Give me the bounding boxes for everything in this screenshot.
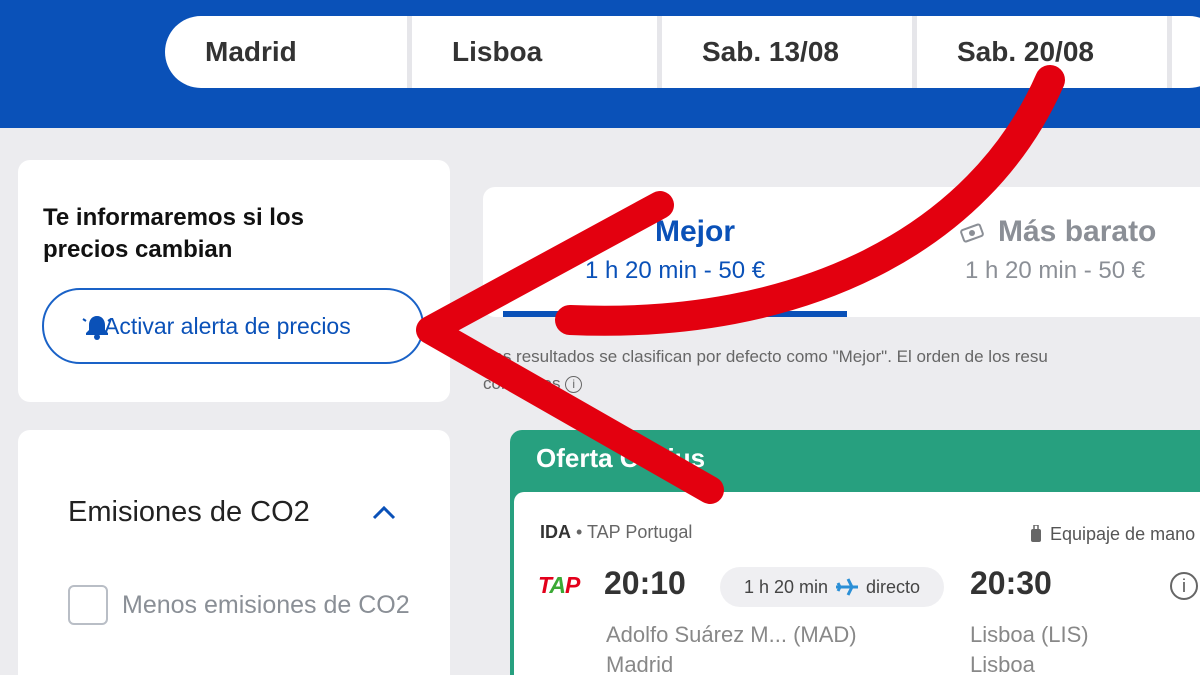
flight-direction: IDA	[540, 522, 571, 542]
sort-note: tros resultados se clasifican por defect…	[483, 343, 1200, 397]
sort-note-line2: comi tes	[483, 374, 561, 393]
money-icon	[960, 223, 984, 243]
origin-field[interactable]: Madrid	[165, 16, 412, 88]
arrival-info: Lisboa (LIS) Lisboa	[970, 620, 1089, 675]
flight-result[interactable]: IDA • TAP Portugal Equipaje de mano TAP …	[514, 492, 1200, 675]
top-header: Madrid Lisboa Sab. 13/08 Sab. 20/08	[0, 0, 1200, 128]
depart-date-field[interactable]: Sab. 13/08	[662, 16, 917, 88]
less-emissions-label: Menos emisiones de CO2	[122, 591, 410, 619]
tab-mas-barato-summary: 1 h 20 min - 50 €	[965, 257, 1146, 284]
depart-city: Madrid	[606, 652, 674, 675]
search-bar: Madrid Lisboa Sab. 13/08 Sab. 20/08	[165, 16, 1200, 88]
plane-icon	[836, 578, 859, 596]
offer-title: Oferta C ius	[536, 443, 706, 473]
luggage-icon	[1031, 525, 1041, 542]
less-emissions-checkbox[interactable]	[68, 585, 108, 625]
flight-stops: directo	[866, 576, 921, 597]
price-alert-title: Te informaremos si los precios cambian	[43, 204, 304, 263]
departure-info: Adolfo Suárez M... (MAD) Madrid	[606, 620, 857, 675]
duration-pill: 1 h 20 min directo	[720, 567, 944, 607]
luggage-label: Equipaje de mano	[1050, 524, 1196, 544]
arrive-airport: Lisboa (LIS)	[970, 622, 1089, 647]
sort-note-line2-row: comi tes i	[483, 370, 1200, 397]
bell-icon	[82, 316, 112, 340]
arrive-city: Lisboa	[970, 652, 1035, 675]
flight-airline: • TAP Portugal	[576, 522, 693, 542]
sort-tabs: Mejor 1 h 20 min - 50 € Más barato 1 h 2…	[483, 187, 1200, 317]
arrive-time: 20:30	[970, 565, 1052, 601]
price-alert-card: Te informaremos si los precios cambian A…	[18, 160, 450, 402]
activate-price-alert-label: Activar alerta de precios	[104, 312, 351, 339]
tab-mejor[interactable]: Mejor 1 h 20 min - 50 €	[483, 187, 847, 317]
offer-card: Oferta C ius IDA • TAP Portugal Equipaje…	[510, 430, 1200, 675]
depart-time: 20:10	[604, 565, 686, 601]
co2-filter-card: Emisiones de CO2 Menos emisiones de CO2	[18, 430, 450, 675]
flight-duration: 1 h 20 min	[743, 576, 829, 597]
plane-icon	[618, 227, 640, 241]
activate-price-alert-button[interactable]: Activar alerta de precios	[42, 288, 424, 364]
chevron-up-icon[interactable]	[370, 502, 398, 522]
info-icon[interactable]: i	[565, 376, 583, 394]
luggage-info: Equipaje de mano	[1030, 524, 1195, 545]
tab-mejor-label: Mejor	[655, 215, 736, 248]
tab-mejor-summary: 1 h 20 min - 50 €	[585, 257, 766, 284]
flight-direction-airline: IDA • TAP Portugal	[540, 522, 692, 543]
co2-filter-title: Emisiones de CO2	[68, 496, 310, 528]
return-date-field[interactable]: Sab. 20/08	[917, 16, 1172, 88]
airline-logo: TAP	[538, 572, 580, 598]
info-icon[interactable]: i	[1170, 572, 1198, 600]
destination-field[interactable]: Lisboa	[412, 16, 662, 88]
sort-note-line1: tros resultados se clasifican por defect…	[483, 347, 1048, 366]
tab-mas-barato-label: Más barato	[998, 215, 1157, 248]
active-tab-indicator	[503, 311, 847, 317]
depart-airport: Adolfo Suárez M... (MAD)	[606, 622, 857, 647]
